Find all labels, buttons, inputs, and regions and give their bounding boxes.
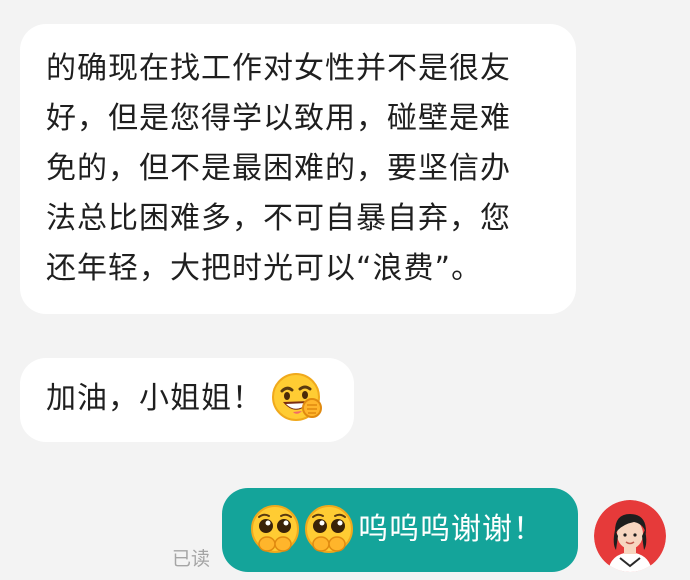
incoming-message-bubble[interactable]: 的确现在找工作对女性并不是很友 好，但是您得学以致用，碰壁是难 免的，但不是最困… (20, 24, 576, 314)
read-status-label: 已读 (172, 548, 211, 570)
chat-window: 的确现在找工作对女性并不是很友 好，但是您得学以致用，碰壁是难 免的，但不是最困… (0, 0, 690, 580)
pleading-face-emoji-icon (248, 502, 302, 556)
pleading-face-emoji-icon (302, 502, 356, 556)
woman-avatar-icon (594, 500, 666, 572)
outgoing-message-bubble[interactable]: 呜呜呜谢谢！ (222, 488, 578, 572)
grinning-fist-emoji-icon (269, 370, 325, 426)
message-text: 呜呜呜谢谢！ (358, 512, 544, 547)
message-line: 免的，但不是最困难的，要坚信办 (46, 151, 511, 186)
user-avatar[interactable] (594, 500, 666, 572)
incoming-message-bubble[interactable]: 加油，小姐姐！ (20, 358, 354, 442)
message-line: 还年轻，大把时光可以“浪费”。 (46, 251, 483, 286)
message-line: 的确现在找工作对女性并不是很友 (46, 51, 511, 86)
message-line: 好，但是您得学以致用，碰壁是难 (46, 101, 511, 136)
message-text: 加油，小姐姐！ (46, 381, 263, 416)
message-line: 法总比困难多，不可自暴自弃，您 (46, 201, 511, 236)
